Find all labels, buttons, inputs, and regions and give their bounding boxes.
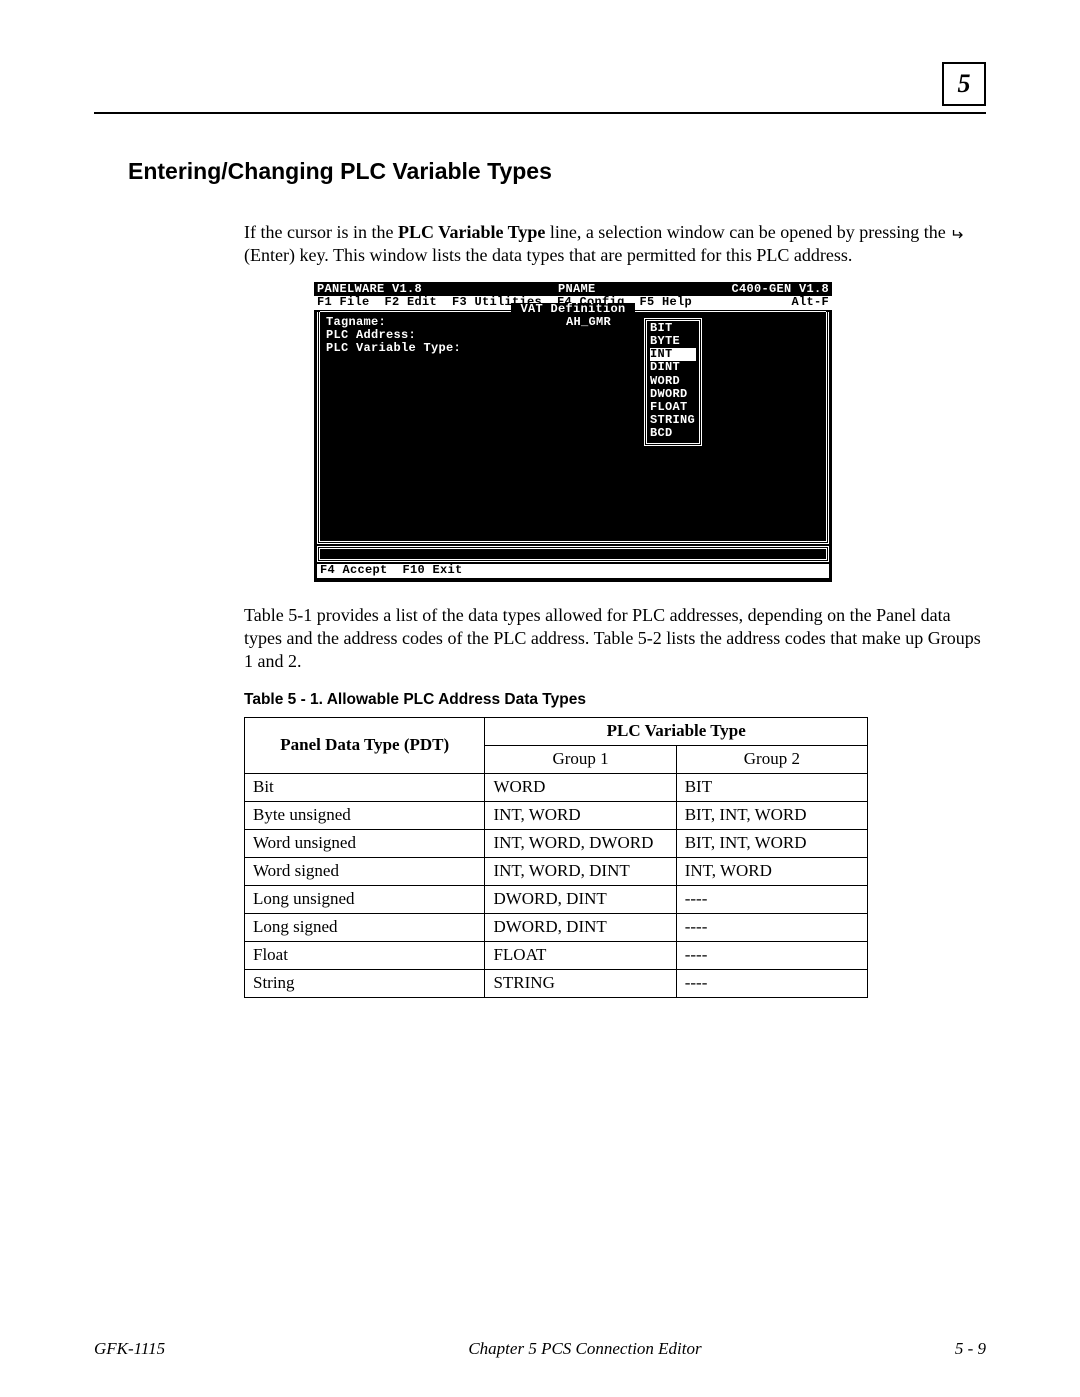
cell-g1: DWORD, DINT [485,886,676,914]
cell-g1: WORD [485,774,676,802]
dos-title-center: PNAME [558,283,596,296]
dos-vat-panel: VAT Definition Tagname: AH_GMR PLC Addre… [317,312,829,544]
dos-title-bar: PANELWARE V1.8 PNAME C400-GEN V1.8 [314,282,832,296]
header-rule [94,112,986,114]
footer-chapter-title: Chapter 5 PCS Connection Editor [468,1339,701,1359]
dos-line-plctype: PLC Variable Type: [326,342,820,355]
dos-screenshot: PANELWARE V1.8 PNAME C400-GEN V1.8 F1 Fi… [314,282,832,583]
cell-g1: STRING [485,970,676,998]
cell-pdt: Word unsigned [245,830,485,858]
dos-popup-item: DINT [650,361,696,374]
cell-pdt: Byte unsigned [245,802,485,830]
cell-pdt: Bit [245,774,485,802]
cell-g2: ---- [676,970,867,998]
dos-status-panel [317,546,829,562]
dos-popup-item: WORD [650,375,696,388]
page-footer: GFK-1115 Chapter 5 PCS Connection Editor… [94,1339,986,1359]
cell-g1: INT, WORD, DINT [485,858,676,886]
dos-title-left: PANELWARE V1.8 [317,283,422,296]
cell-g2: BIT, INT, WORD [676,802,867,830]
table-row: Long unsigned DWORD, DINT ---- [245,886,868,914]
para1-bold: PLC Variable Type [398,222,545,242]
paragraph-2: Table 5-1 provides a list of the data ty… [244,604,986,673]
table-row: Bit WORD BIT [245,774,868,802]
cell-g2: BIT [676,774,867,802]
th-pdt: Panel Data Type (PDT) [245,718,485,774]
cell-g1: DWORD, DINT [485,914,676,942]
cell-pdt: Long signed [245,914,485,942]
table-row: Long signed DWORD, DINT ---- [245,914,868,942]
dos-title-right: C400-GEN V1.8 [731,283,829,296]
intro-paragraph: If the cursor is in the PLC Variable Typ… [244,221,986,268]
th-group2: Group 2 [676,746,867,774]
para1-a: If the cursor is in the [244,222,398,242]
cell-g2: ---- [676,914,867,942]
table-row: String STRING ---- [245,970,868,998]
footer-doc-id: GFK-1115 [94,1339,165,1359]
table-row: Byte unsigned INT, WORD BIT, INT, WORD [245,802,868,830]
para1-b: line, a selection window can be opened b… [545,222,950,242]
cell-g1: INT, WORD, DWORD [485,830,676,858]
dos-type-popup: BIT BYTE INT DINT WORD DWORD FLOAT STRIN… [644,318,702,446]
cell-g1: INT, WORD [485,802,676,830]
table-row: Word signed INT, WORD, DINT INT, WORD [245,858,868,886]
para1-c: (Enter) key. This window lists the data … [244,245,852,265]
th-plc-var-type: PLC Variable Type [485,718,868,746]
cell-g1: FLOAT [485,942,676,970]
th-group1: Group 1 [485,746,676,774]
table-caption: Table 5 - 1. Allowable PLC Address Data … [244,691,986,709]
enter-key-icon: ↵ [950,226,963,246]
section-title: Entering/Changing PLC Variable Types [128,158,986,185]
cell-pdt: Float [245,942,485,970]
cell-g2: ---- [676,942,867,970]
dos-bottom-hint: F4 Accept F10 Exit [317,564,829,578]
allowable-types-table: Panel Data Type (PDT) PLC Variable Type … [244,717,868,998]
chapter-number-box: 5 [942,62,986,106]
footer-page-number: 5 - 9 [955,1339,986,1359]
table-row: Word unsigned INT, WORD, DWORD BIT, INT,… [245,830,868,858]
cell-g2: INT, WORD [676,858,867,886]
dos-panel-title: VAT Definition [511,303,635,316]
cell-g2: BIT, INT, WORD [676,830,867,858]
cell-pdt: String [245,970,485,998]
chapter-number: 5 [958,69,971,99]
cell-g2: ---- [676,886,867,914]
table-row: Float FLOAT ---- [245,942,868,970]
dos-popup-item: BCD [650,427,696,440]
cell-pdt: Long unsigned [245,886,485,914]
cell-pdt: Word signed [245,858,485,886]
